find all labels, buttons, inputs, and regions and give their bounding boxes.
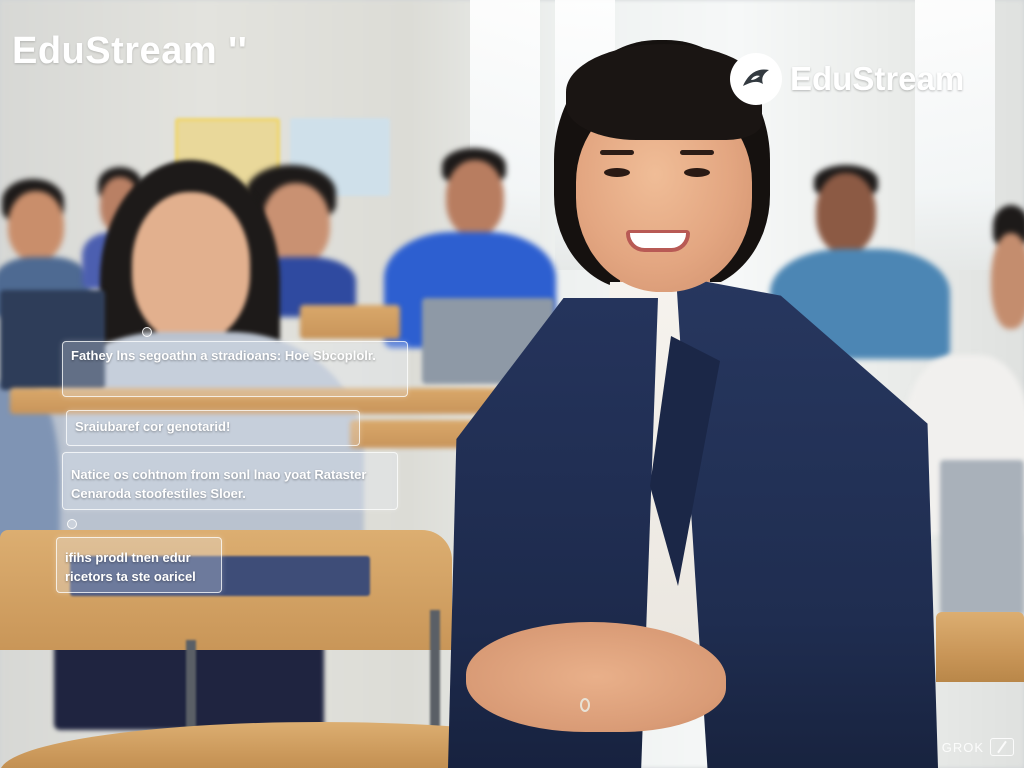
teacher <box>440 36 960 768</box>
caption-text: Sraiubaref cor genotarid! <box>75 419 231 434</box>
bird-logo-icon <box>730 53 782 105</box>
watermark-label: GROK <box>941 739 984 755</box>
grok-logo-icon <box>990 738 1014 756</box>
caption-panel: Natice os cohtnom from sonl lnao yoat Ra… <box>62 452 398 510</box>
connector-dot <box>67 519 77 529</box>
caption-panel: Sraiubaref cor genotarid! <box>66 410 360 446</box>
brand-logo-text: EduStream <box>790 60 965 97</box>
caption-panel: ifihs prodl tnen edur ricetors ta ste oa… <box>56 537 222 593</box>
brand-logo-left: EduStream '' <box>12 30 248 72</box>
desk-leg <box>186 640 196 730</box>
connector-dot <box>142 327 152 337</box>
desk-leg <box>430 610 440 730</box>
caption-panel: Fathey lns segoathn a stradioans: Hoe Sb… <box>62 341 408 397</box>
watermark: GROK <box>942 738 1014 756</box>
caption-text: ifihs prodl tnen edur ricetors ta ste oa… <box>65 550 196 584</box>
caption-text: Natice os cohtnom from sonl lnao yoat Ra… <box>71 467 367 501</box>
photo-scene: EduStream '' EduStream Fathey lns segoat… <box>0 0 1024 768</box>
caption-text: Fathey lns segoathn a stradioans: Hoe Sb… <box>71 348 376 363</box>
desk <box>300 305 400 339</box>
brand-logo-right: EduStream <box>730 49 964 109</box>
